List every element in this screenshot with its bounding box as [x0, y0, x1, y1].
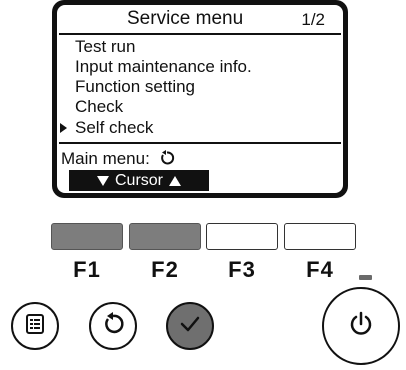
f4-label: F4 — [306, 257, 334, 282]
menu-item-function-setting[interactable]: Function setting — [75, 77, 195, 97]
f1-label: F1 — [73, 257, 101, 282]
confirm-button[interactable] — [166, 302, 214, 350]
menu-button[interactable] — [11, 302, 59, 350]
confirm-check-icon — [177, 311, 203, 342]
cursor-bar: Cursor — [69, 170, 209, 191]
menu-item-self-check[interactable]: Self check — [75, 118, 153, 138]
screen-title: Service menu — [127, 8, 244, 29]
lcd-display: Service menu 1/2 Test run Input maintena… — [52, 0, 348, 198]
power-button[interactable] — [322, 287, 400, 365]
return-icon — [159, 148, 175, 168]
title-divider — [59, 33, 341, 35]
f4-key[interactable] — [284, 223, 356, 250]
f2-key[interactable] — [129, 223, 201, 250]
lcd-screen: Service menu 1/2 Test run Input maintena… — [57, 5, 343, 193]
footer-divider — [59, 142, 341, 144]
f2-label: F2 — [151, 257, 179, 282]
page-indicator: 1/2 — [301, 10, 325, 29]
f1-key[interactable] — [51, 223, 123, 250]
menu-item-check[interactable]: Check — [75, 97, 123, 117]
f3-label: F3 — [228, 257, 256, 282]
operation-lamp — [359, 275, 372, 280]
main-menu-label: Main menu: — [61, 149, 150, 168]
main-menu-hint: Main menu: — [61, 148, 175, 169]
f3-key[interactable] — [206, 223, 278, 250]
return-button[interactable] — [89, 302, 137, 350]
selection-arrow-icon — [60, 123, 67, 133]
cursor-label: Cursor — [114, 172, 163, 189]
cursor-up-icon — [169, 175, 181, 186]
cursor-down-icon — [96, 175, 109, 186]
power-icon — [347, 310, 375, 343]
return-icon — [100, 311, 126, 342]
menu-icon — [23, 312, 47, 341]
menu-item-test-run[interactable]: Test run — [75, 37, 135, 57]
menu-item-input-maintenance-info[interactable]: Input maintenance info. — [75, 57, 252, 77]
